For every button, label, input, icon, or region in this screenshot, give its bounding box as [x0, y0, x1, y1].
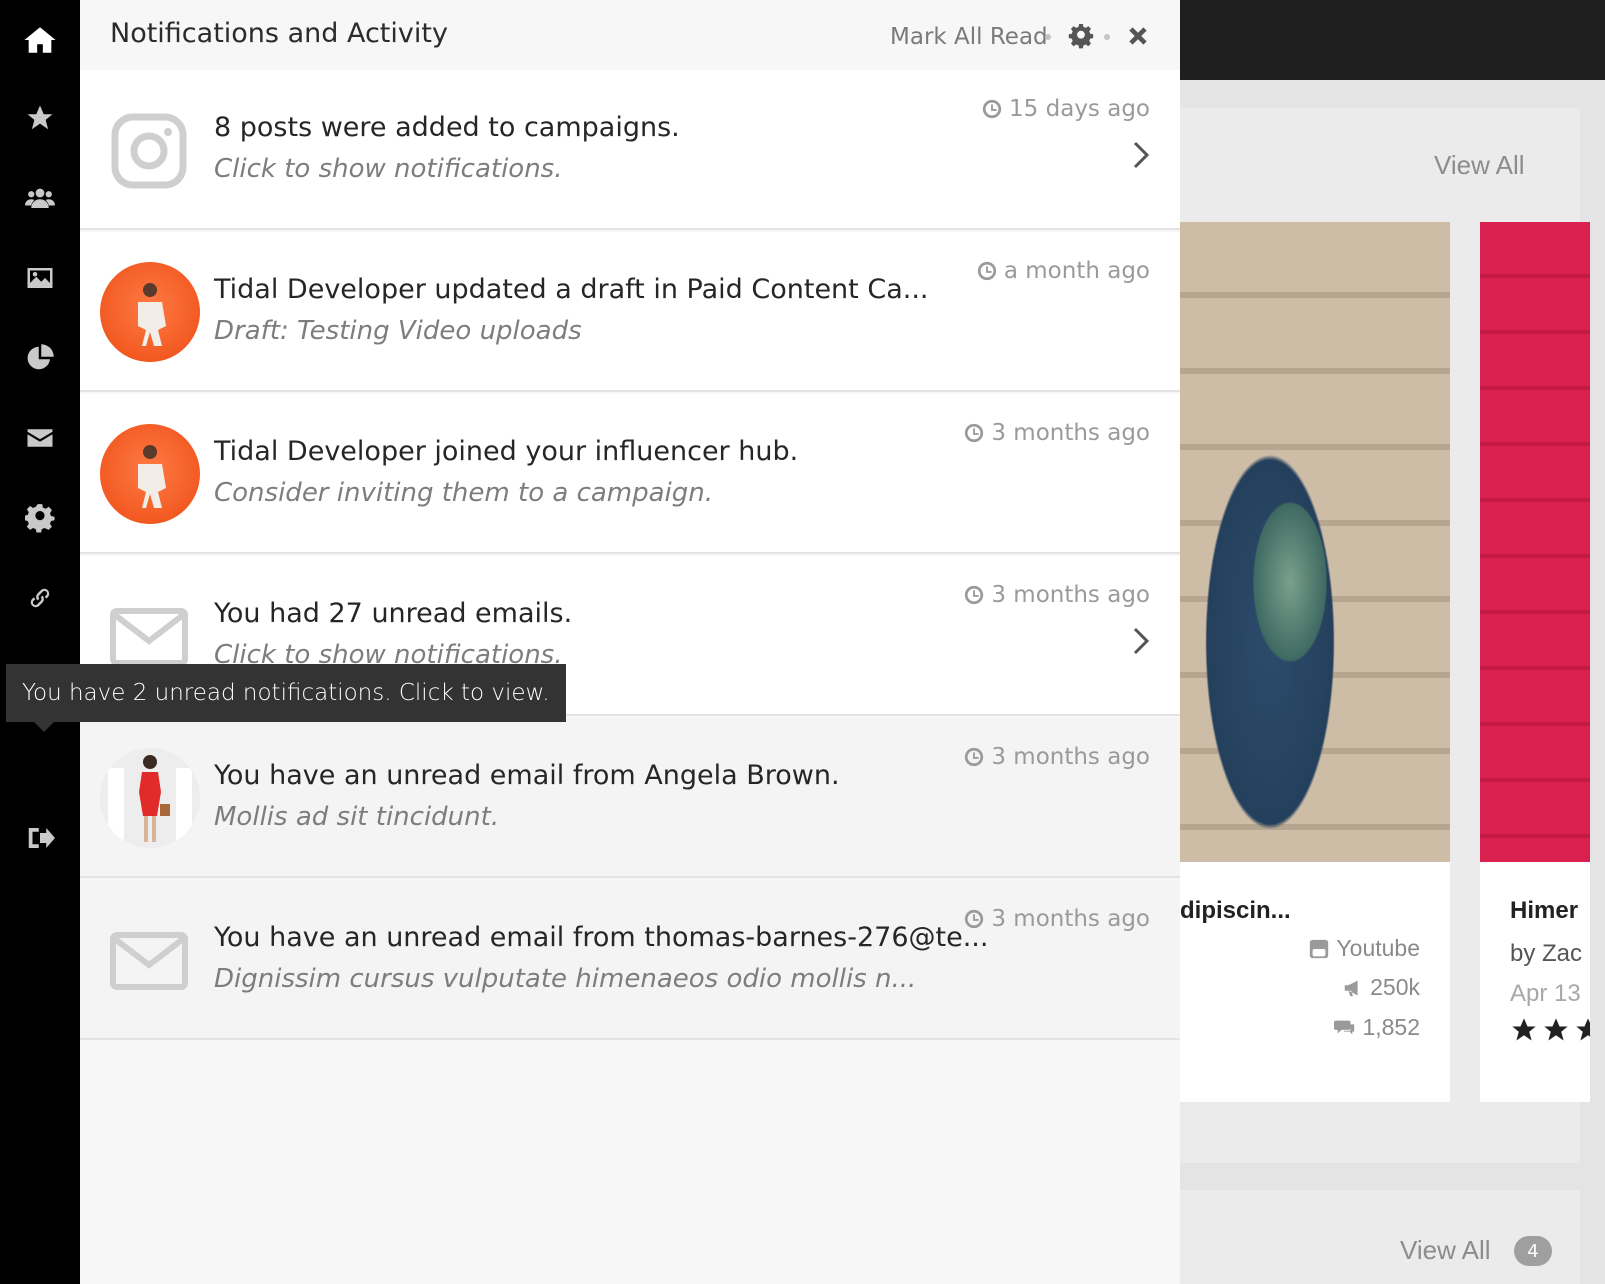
notifications-panel: Notifications and Activity Mark All Read…	[80, 0, 1180, 1284]
envelope-icon	[27, 429, 53, 447]
mark-all-read-button[interactable]: Mark All Read	[890, 24, 1048, 50]
content-card[interactable]: dipiscin... Youtube 250k 1,852	[1180, 222, 1450, 1102]
notification-item[interactable]: Tidal Developer joined your influencer h…	[80, 394, 1180, 554]
sidebar-item-home[interactable]	[22, 22, 58, 58]
notification-item[interactable]: 8 posts were added to campaigns. Click t…	[80, 70, 1180, 230]
notification-time-text: 3 months ago	[991, 582, 1150, 608]
notification-title: You have an unread email from thomas-bar…	[214, 922, 989, 953]
notification-time-text: 3 months ago	[991, 420, 1150, 446]
close-icon	[1129, 27, 1147, 45]
notification-time-text: a month ago	[1003, 258, 1150, 284]
comments-icon	[1334, 1020, 1355, 1034]
notification-time: 3 months ago	[963, 744, 1150, 770]
sidebar-item-links[interactable]	[22, 580, 58, 616]
notification-time: a month ago	[976, 258, 1150, 284]
envelope-icon	[106, 918, 192, 1004]
sidebar-item-influencers[interactable]	[22, 180, 58, 216]
youtube-icon	[1310, 939, 1329, 958]
content-card-title: dipiscin...	[1180, 897, 1291, 924]
reach-label: 250k	[1342, 974, 1420, 1001]
notification-title: Tidal Developer updated a draft in Paid …	[214, 274, 929, 305]
platform-name: Youtube	[1336, 935, 1420, 961]
chevron-right-icon	[1130, 140, 1152, 170]
notification-subtitle: Click to show notifications.	[214, 154, 563, 184]
platform-label: Youtube	[1308, 935, 1420, 962]
close-panel-button[interactable]	[1124, 22, 1152, 50]
avatar	[100, 748, 200, 848]
rating-stars	[1510, 1016, 1590, 1044]
view-all-link[interactable]: View All	[1400, 1235, 1491, 1266]
notification-subtitle: Consider inviting them to a campaign.	[214, 478, 714, 508]
notifications-tooltip: You have 2 unread notifications. Click t…	[6, 664, 566, 732]
notification-time: 3 months ago	[963, 906, 1150, 932]
gear-icon	[1068, 23, 1094, 49]
star-icon	[1512, 1018, 1536, 1041]
notification-item[interactable]: You have an unread email from thomas-bar…	[80, 880, 1180, 1040]
link-icon	[30, 588, 50, 608]
background-app: View All dipiscin... Youtube 250k 1,852 …	[1180, 0, 1605, 1284]
panel-title: Notifications and Activity	[110, 18, 448, 49]
clock-icon	[977, 261, 997, 281]
background-topbar	[1180, 0, 1605, 80]
sidebar	[0, 0, 80, 1284]
pie-chart-icon	[27, 344, 54, 370]
notification-title: You have an unread email from Angela Bro…	[214, 760, 840, 791]
clock-icon	[965, 909, 984, 929]
users-icon	[25, 188, 55, 208]
comments-label: 1,852	[1334, 1014, 1420, 1041]
gear-icon	[25, 504, 55, 533]
sidebar-item-favorites[interactable]	[22, 100, 58, 136]
sidebar-item-logout[interactable]	[22, 820, 58, 856]
clock-icon	[965, 585, 984, 605]
avatar	[100, 424, 200, 524]
star-icon	[27, 105, 53, 130]
content-card-photo	[1180, 222, 1450, 862]
sidebar-item-content[interactable]	[22, 260, 58, 296]
notification-subtitle: Mollis ad sit tincidunt.	[214, 802, 500, 832]
notification-time: 3 months ago	[963, 582, 1150, 608]
content-card[interactable]: Himer by Zac Apr 13	[1480, 222, 1590, 1102]
content-card-title: Himer	[1510, 897, 1579, 924]
view-all-link[interactable]: View All	[1434, 150, 1525, 181]
avatar	[100, 262, 200, 362]
separator-dot	[1045, 34, 1051, 40]
notification-time-text: 3 months ago	[991, 744, 1150, 770]
instagram-icon	[106, 108, 192, 194]
sidebar-item-settings[interactable]	[22, 500, 58, 536]
notification-time-text: 15 days ago	[1009, 96, 1150, 122]
content-card-date: Apr 13	[1510, 980, 1581, 1007]
image-icon	[27, 268, 53, 288]
notification-time: 15 days ago	[981, 96, 1150, 122]
notification-title: You had 27 unread emails.	[214, 598, 573, 629]
sign-out-icon	[28, 828, 55, 848]
comments-value: 1,852	[1362, 1014, 1420, 1040]
star-icon	[1544, 1018, 1568, 1041]
bullhorn-icon	[1344, 980, 1358, 996]
home-icon	[24, 27, 56, 53]
chevron-right-icon	[1130, 626, 1152, 656]
background-section-bottom	[1180, 1190, 1580, 1284]
panel-header: Notifications and Activity Mark All Read	[80, 0, 1180, 70]
notification-item[interactable]: You have an unread email from Angela Bro…	[80, 718, 1180, 878]
separator-dot	[1104, 34, 1110, 40]
clock-icon	[965, 747, 984, 767]
clock-icon	[965, 423, 984, 443]
reach-value: 250k	[1370, 974, 1420, 1000]
notification-item[interactable]: Tidal Developer updated a draft in Paid …	[80, 232, 1180, 392]
notification-title: Tidal Developer joined your influencer h…	[214, 436, 799, 467]
star-icon	[1576, 1018, 1590, 1041]
notification-subtitle: Dignissim cursus vulputate himenaeos odi…	[214, 964, 917, 994]
notification-subtitle: Draft: Testing Video uploads	[214, 316, 582, 346]
sidebar-item-messages[interactable]	[22, 420, 58, 456]
notification-title: 8 posts were added to campaigns.	[214, 112, 680, 143]
notification-time: 3 months ago	[963, 420, 1150, 446]
notification-settings-button[interactable]	[1067, 22, 1095, 50]
clock-icon	[982, 99, 1002, 119]
sidebar-item-reports[interactable]	[22, 340, 58, 376]
content-card-photo	[1480, 222, 1590, 862]
view-all-count-badge: 4	[1514, 1236, 1552, 1266]
content-card-byline: by Zac	[1510, 940, 1583, 967]
notification-time-text: 3 months ago	[991, 906, 1150, 932]
